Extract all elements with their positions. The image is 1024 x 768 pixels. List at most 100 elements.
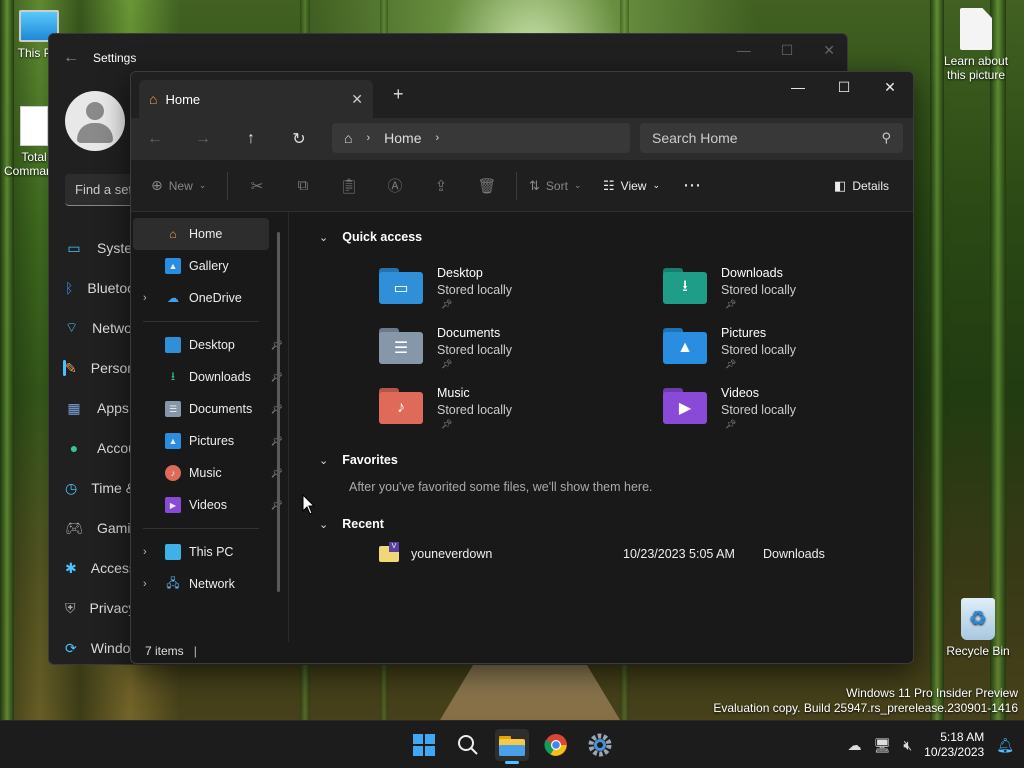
- nav-item-pictures[interactable]: ▲ Pictures 📌︎: [131, 425, 287, 457]
- quick-access-text: Videos Stored locally 📌︎: [721, 386, 796, 430]
- nav-pane-scrollbar[interactable]: [277, 232, 280, 592]
- taskbar-chrome[interactable]: [539, 729, 573, 761]
- breadcrumb-home[interactable]: Home: [384, 130, 421, 146]
- paste-icon[interactable]: 📋︎: [326, 177, 372, 195]
- chevron-down-icon: ⌄: [652, 180, 660, 190]
- taskbar-file-explorer[interactable]: [495, 729, 529, 764]
- start-button[interactable]: [407, 729, 441, 761]
- music-folder-icon: ♪: [165, 465, 181, 481]
- more-options-button[interactable]: ⋯: [683, 175, 713, 196]
- minimize-icon[interactable]: —: [737, 42, 751, 59]
- new-tab-button[interactable]: +: [393, 84, 404, 105]
- address-bar[interactable]: ⌂ › Home ›: [332, 123, 630, 153]
- taskbar: ☁ 🖥︎ 🔇︎ 5:18 AM 10/23/2023 🔔︎: [0, 720, 1024, 768]
- chevron-right-icon[interactable]: ›: [143, 578, 147, 590]
- ellipsis-icon: ⋯: [683, 175, 701, 195]
- recent-header[interactable]: ⌄ Recent: [319, 517, 384, 531]
- downloads-folder-icon: ⭳: [663, 266, 707, 306]
- quick-access-text: Documents Stored locally 📌︎: [437, 326, 512, 370]
- avatar[interactable]: [65, 91, 125, 151]
- quick-access-item[interactable]: ⭳ Downloads Stored locally 📌︎: [663, 266, 796, 310]
- sort-label: Sort: [545, 178, 568, 193]
- nav-item-label: Documents: [189, 402, 253, 416]
- close-tab-icon[interactable]: ✕: [351, 91, 363, 108]
- folder-body-shape: ▶: [663, 392, 707, 424]
- desktop-icon-learn-about-picture[interactable]: Learn about this picture: [940, 8, 1012, 82]
- content-area: ⌄ Quick access ▭ Desktop Stored locally 📌︎ ⭳…: [301, 212, 911, 640]
- folder-body-shape: ▲: [663, 332, 707, 364]
- tab-bar: ⌂ Home ✕ + — ☐ ✕: [131, 72, 913, 118]
- gaming-icon: 🎮︎: [65, 519, 83, 536]
- sort-button[interactable]: ⇅ Sort ⌄: [523, 178, 599, 194]
- chevron-right-icon[interactable]: ›: [436, 132, 440, 144]
- nav-item-desktop[interactable]: Desktop 📌︎: [131, 329, 287, 361]
- nav-item-network[interactable]: › 🖧︎ Network: [131, 568, 287, 600]
- nav-item-documents[interactable]: ☰ Documents 📌︎: [131, 393, 287, 425]
- back-button[interactable]: ←: [131, 130, 179, 148]
- system-icon: ▭: [67, 239, 81, 256]
- nav-item-label: Pictures: [189, 434, 235, 448]
- details-pane-icon: ◧: [834, 177, 847, 193]
- network-status-icon[interactable]: 🖥︎: [874, 737, 892, 754]
- taskbar-search-button[interactable]: [451, 729, 485, 761]
- nav-item-downloads[interactable]: ⭳ Downloads 📌︎: [131, 361, 287, 393]
- maximize-button[interactable]: ☐: [821, 72, 867, 102]
- quick-access-text: Music Stored locally 📌︎: [437, 386, 512, 430]
- desktop-icon-label: Learn about this picture: [943, 54, 1009, 82]
- quick-access-text: Desktop Stored locally 📌︎: [437, 266, 512, 310]
- quick-access-item[interactable]: ▶ Videos Stored locally 📌︎: [663, 386, 796, 430]
- up-button[interactable]: ↑: [227, 130, 275, 148]
- maximize-icon[interactable]: ☐: [781, 42, 794, 59]
- recent-file-row[interactable]: V youneverdown 10/23/2023 5:05 AM Downlo…: [379, 542, 839, 562]
- taskbar-settings[interactable]: [583, 729, 617, 761]
- quick-access-item[interactable]: ☰ Documents Stored locally 📌︎: [379, 326, 512, 370]
- nav-item-videos[interactable]: ▶ Videos 📌︎: [131, 489, 287, 521]
- onedrive-status-icon[interactable]: ☁: [848, 737, 862, 754]
- quick-access-header[interactable]: ⌄ Quick access: [319, 230, 422, 244]
- folder-body-shape: ▭: [379, 272, 423, 304]
- nav-item-onedrive[interactable]: › ☁ OneDrive: [131, 282, 287, 314]
- nav-item-home[interactable]: ⌂ Home: [133, 218, 269, 250]
- brush-icon: ✎: [65, 359, 77, 376]
- notification-bell-icon[interactable]: 🔔︎: [996, 737, 1014, 754]
- quick-access-status: Stored locally: [721, 283, 797, 297]
- close-icon[interactable]: ✕: [823, 42, 835, 59]
- forward-button[interactable]: →: [179, 130, 227, 148]
- search-input[interactable]: Search Home ⚲: [640, 123, 903, 153]
- chevron-right-icon[interactable]: ›: [143, 546, 147, 558]
- minimize-button[interactable]: —: [775, 72, 821, 102]
- refresh-button[interactable]: ↻: [275, 129, 323, 149]
- quick-access-status: Stored locally: [437, 343, 513, 357]
- details-button[interactable]: ◧ Details: [834, 178, 889, 194]
- new-button[interactable]: ⊕ New ⌄: [151, 177, 221, 194]
- quick-access-item[interactable]: ▭ Desktop Stored locally 📌︎: [379, 266, 512, 310]
- documents-folder-icon: ☰: [165, 401, 181, 417]
- view-button[interactable]: ☷ View ⌄: [599, 178, 683, 194]
- nav-item-music[interactable]: ♪ Music 📌︎: [131, 457, 287, 489]
- tab-home[interactable]: ⌂ Home ✕: [139, 80, 373, 118]
- share-icon[interactable]: ⇪: [418, 177, 464, 195]
- desktop-icon-recycle-bin[interactable]: ♻ Recycle Bin: [940, 598, 1016, 658]
- rename-icon[interactable]: Ⓐ: [372, 175, 418, 196]
- desktop-folder-icon: ▭: [379, 266, 423, 306]
- favorites-header[interactable]: ⌄ Favorites: [319, 453, 398, 467]
- back-arrow-icon[interactable]: ←: [49, 49, 93, 67]
- clock[interactable]: 5:18 AM 10/23/2023: [924, 730, 984, 760]
- system-tray: ☁ 🖥︎ 🔇︎ 5:18 AM 10/23/2023 🔔︎: [848, 721, 1024, 768]
- volume-muted-icon[interactable]: 🔇︎: [903, 737, 912, 754]
- quick-access-item[interactable]: ▲ Pictures Stored locally 📌︎: [663, 326, 796, 370]
- pane-splitter[interactable]: [288, 212, 289, 642]
- avatar-body: [77, 123, 113, 143]
- nav-item-gallery[interactable]: ▲ Gallery: [131, 250, 287, 282]
- document-icon: [960, 8, 992, 50]
- quick-access-item[interactable]: ♪ Music Stored locally 📌︎: [379, 386, 512, 430]
- folder-body-shape: ♪: [379, 392, 423, 424]
- cut-icon[interactable]: ✂: [234, 177, 280, 195]
- chevron-right-icon[interactable]: ›: [143, 292, 147, 304]
- close-button[interactable]: ✕: [867, 72, 913, 102]
- delete-icon[interactable]: 🗑︎: [464, 177, 510, 195]
- nav-item-this-pc[interactable]: › This PC: [131, 536, 287, 568]
- clock-time: 5:18 AM: [940, 730, 985, 744]
- copy-icon[interactable]: ⧉: [280, 177, 326, 194]
- search-icon: [458, 735, 478, 755]
